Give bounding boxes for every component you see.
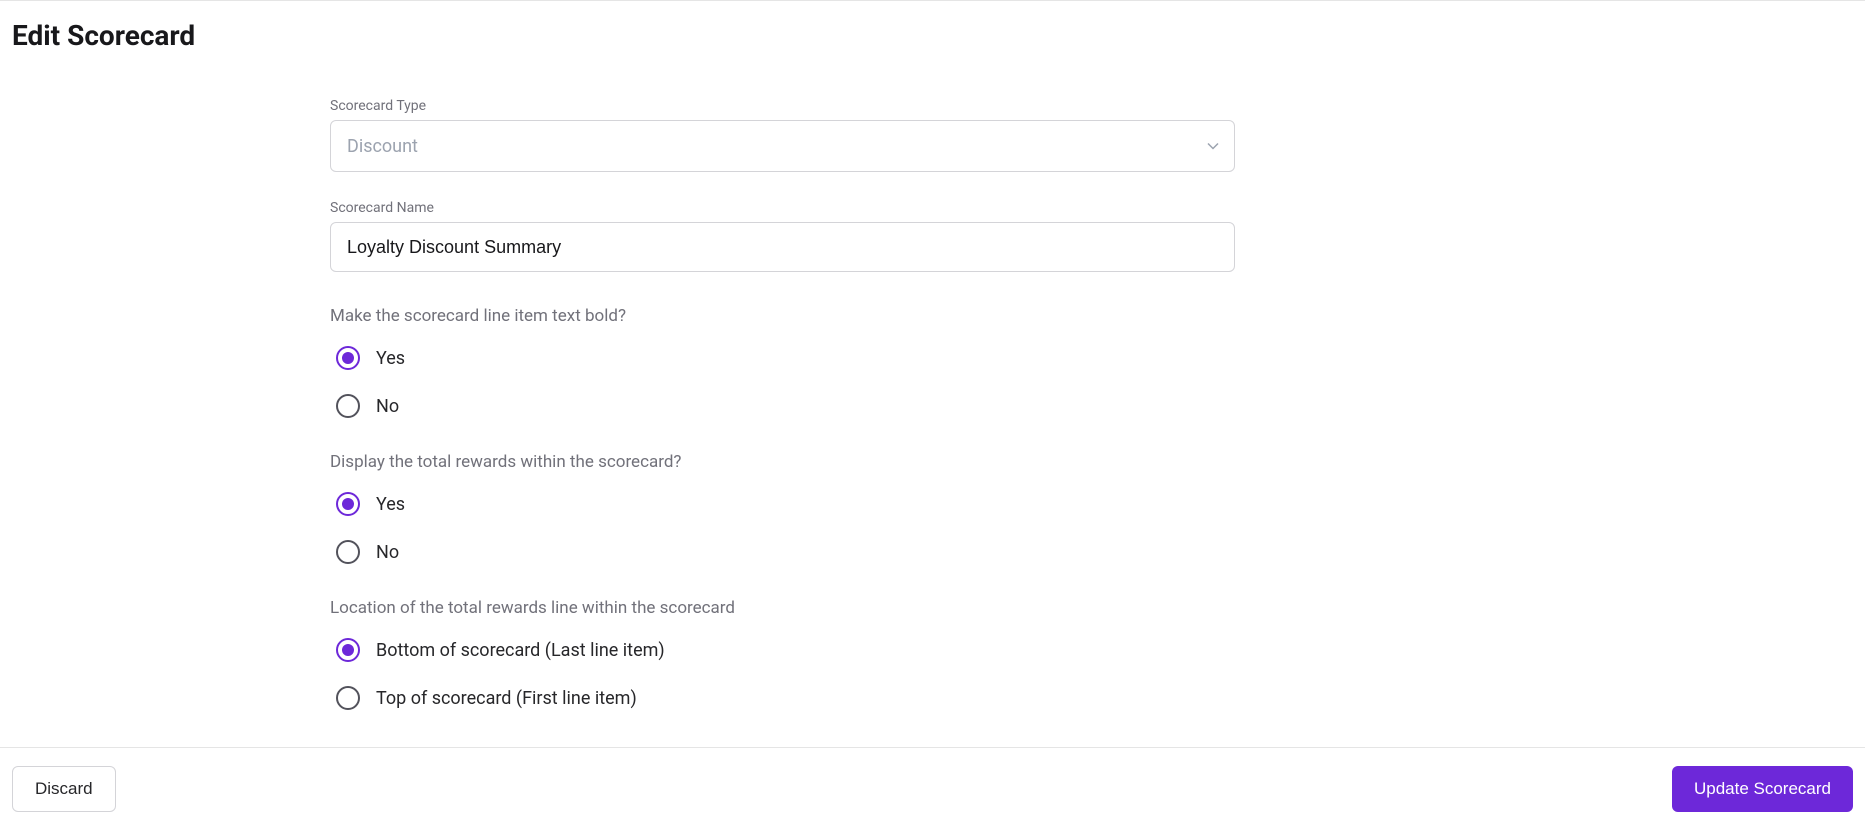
radio-icon xyxy=(336,540,360,564)
radio-icon xyxy=(336,492,360,516)
footer-bar: Discard Update Scorecard xyxy=(0,747,1865,830)
radio-label: Yes xyxy=(376,348,405,369)
radio-label: Yes xyxy=(376,494,405,515)
discard-button[interactable]: Discard xyxy=(12,766,116,812)
update-scorecard-button[interactable]: Update Scorecard xyxy=(1672,766,1853,812)
display-total-option-no[interactable]: No xyxy=(336,540,1235,564)
radio-label: No xyxy=(376,542,399,563)
scorecard-name-input[interactable] xyxy=(330,222,1235,272)
radio-icon xyxy=(336,346,360,370)
scorecard-type-select[interactable]: Discount xyxy=(330,120,1235,172)
radio-label: No xyxy=(376,396,399,417)
radio-icon xyxy=(336,394,360,418)
location-option-bottom[interactable]: Bottom of scorecard (Last line item) xyxy=(336,638,1235,662)
location-option-top[interactable]: Top of scorecard (First line item) xyxy=(336,686,1235,710)
scorecard-name-label: Scorecard Name xyxy=(330,200,1235,216)
bold-option-yes[interactable]: Yes xyxy=(336,346,1235,370)
display-total-option-yes[interactable]: Yes xyxy=(336,492,1235,516)
radio-icon xyxy=(336,638,360,662)
radio-icon xyxy=(336,686,360,710)
location-question-label: Location of the total rewards line withi… xyxy=(330,598,1235,618)
scorecard-type-label: Scorecard Type xyxy=(330,98,1235,114)
radio-label: Bottom of scorecard (Last line item) xyxy=(376,640,665,661)
page-title: Edit Scorecard xyxy=(0,1,1865,52)
bold-question-label: Make the scorecard line item text bold? xyxy=(330,306,1235,326)
radio-label: Top of scorecard (First line item) xyxy=(376,688,637,709)
bold-option-no[interactable]: No xyxy=(336,394,1235,418)
display-total-question-label: Display the total rewards within the sco… xyxy=(330,452,1235,472)
